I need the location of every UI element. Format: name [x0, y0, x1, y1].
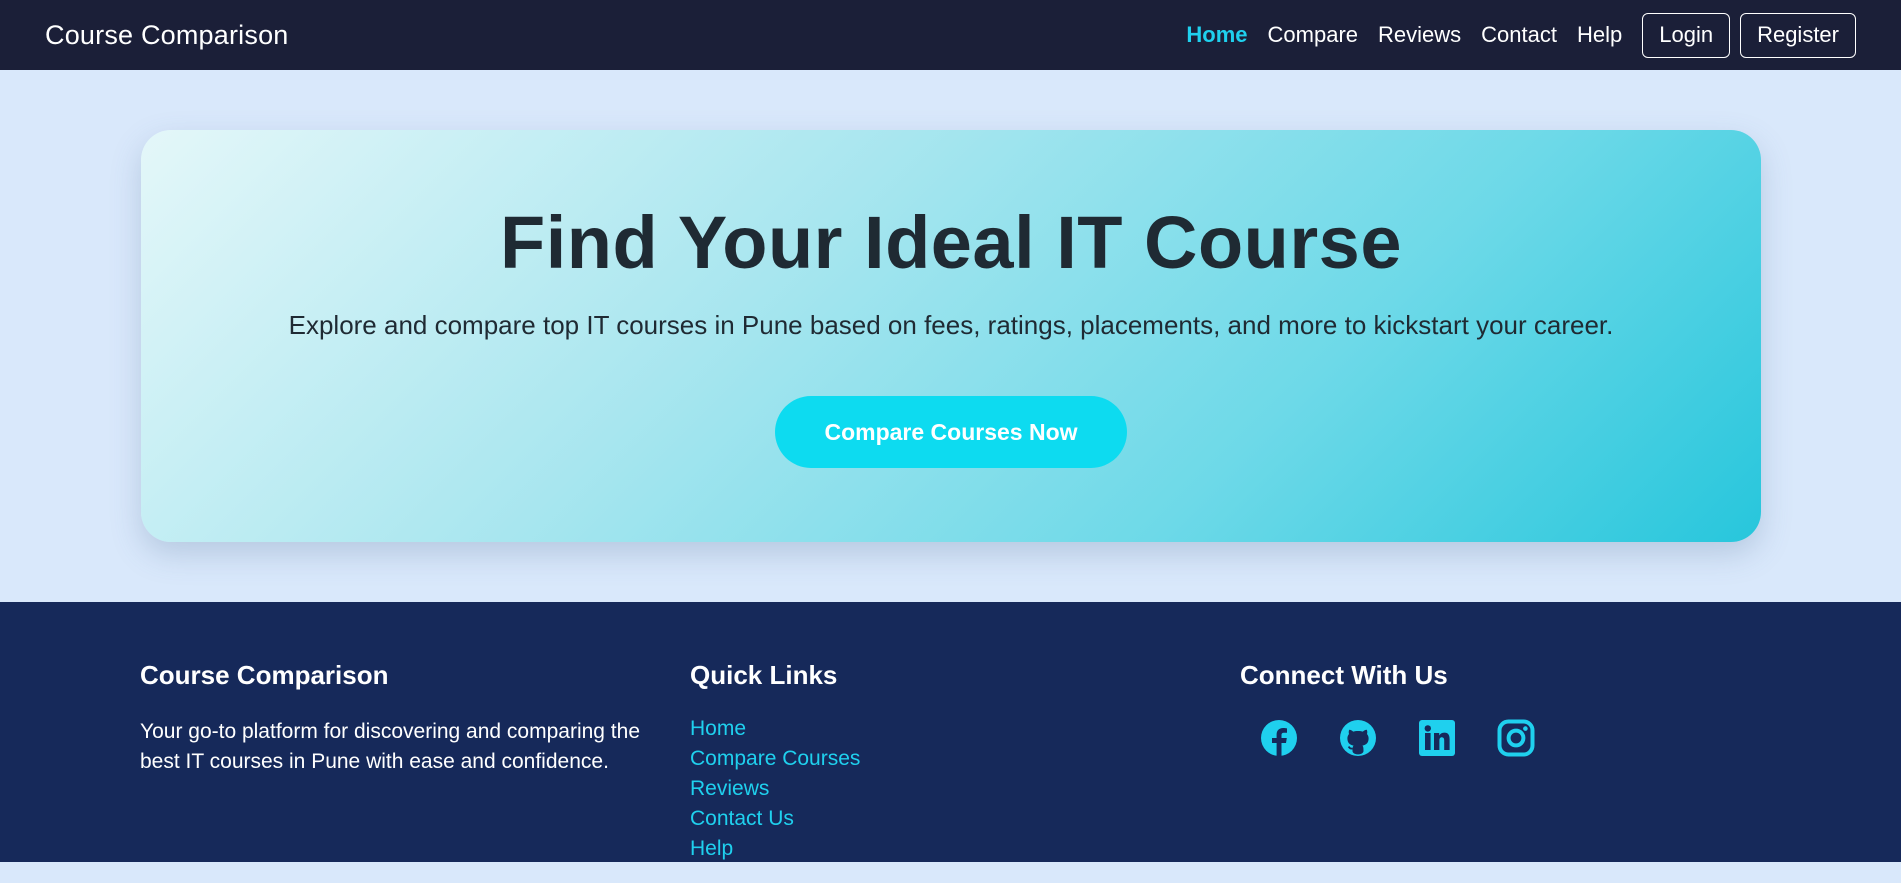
top-navbar: Course Comparison Home Compare Reviews C…	[0, 0, 1901, 70]
footer-link-help[interactable]: Help	[690, 837, 733, 860]
footer-about-text: Your go-to platform for discovering and …	[140, 720, 641, 773]
compare-courses-button[interactable]: Compare Courses Now	[775, 396, 1127, 468]
brand-logo[interactable]: Course Comparison	[45, 0, 289, 70]
footer-link-reviews[interactable]: Reviews	[690, 777, 769, 800]
social-icons	[1258, 717, 1640, 759]
footer-about-heading: Course Comparison	[140, 660, 389, 690]
github-icon[interactable]	[1337, 717, 1379, 759]
facebook-icon[interactable]	[1258, 717, 1300, 759]
footer-social: Connect With Us	[1240, 660, 1640, 759]
footer-link-contact-us[interactable]: Contact Us	[690, 807, 794, 830]
register-button[interactable]: Register	[1740, 12, 1856, 58]
nav-links: Home Compare Reviews Contact Help Login …	[1166, 0, 1856, 70]
hero-section: Find Your Ideal IT Course Explore and co…	[0, 70, 1901, 602]
hero-card: Find Your Ideal IT Course Explore and co…	[141, 130, 1761, 542]
instagram-icon[interactable]	[1495, 717, 1537, 759]
linkedin-icon[interactable]	[1416, 717, 1458, 759]
nav-link-help[interactable]: Help	[1577, 22, 1622, 48]
footer-link-home[interactable]: Home	[690, 717, 746, 740]
footer: Course Comparison Your go-to platform fo…	[0, 602, 1901, 862]
nav-link-home[interactable]: Home	[1186, 22, 1247, 48]
footer-social-heading: Connect With Us	[1240, 660, 1448, 690]
footer-links-heading: Quick Links	[690, 660, 838, 690]
hero-subtitle: Explore and compare top IT courses in Pu…	[288, 310, 1614, 340]
nav-link-compare[interactable]: Compare	[1268, 22, 1358, 48]
nav-link-contact[interactable]: Contact	[1481, 22, 1557, 48]
footer-link-compare-courses[interactable]: Compare Courses	[690, 747, 860, 770]
footer-about: Course Comparison Your go-to platform fo…	[140, 660, 670, 777]
footer-links-list: Home Compare Courses Reviews Contact Us …	[690, 717, 1090, 867]
login-button[interactable]: Login	[1642, 12, 1731, 58]
hero-title: Find Your Ideal IT Course	[500, 201, 1402, 284]
footer-quick-links: Quick Links Home Compare Courses Reviews…	[690, 660, 1090, 883]
nav-link-reviews[interactable]: Reviews	[1378, 22, 1461, 48]
